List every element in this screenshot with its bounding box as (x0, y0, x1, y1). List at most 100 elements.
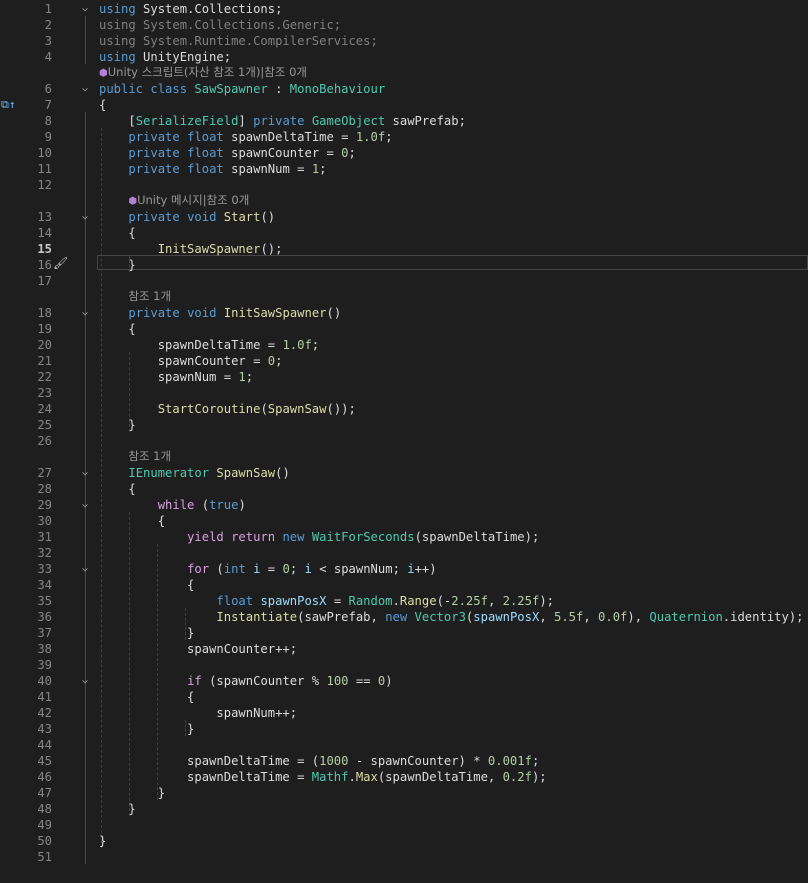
code-line[interactable]: 17 (0, 273, 808, 289)
code-line[interactable]: 28 { (0, 481, 808, 497)
code-token: = (260, 562, 283, 576)
code-line[interactable]: 24 StartCoroutine(SpawnSaw()); (0, 401, 808, 417)
code-text: using System.Runtime.CompilerServices; (99, 33, 378, 49)
code-line[interactable]: 32 (0, 545, 808, 561)
code-line[interactable]: 8 [SerializeField] private GameObject sa… (0, 113, 808, 129)
code-editor[interactable]: ⧉↑ 🖌 1 ⌵ using System.Collections; 2 using S… (0, 0, 808, 883)
code-line[interactable]: 29 ⌵ while (true) (0, 497, 808, 513)
code-line[interactable]: 36 Instantiate(sawPrefab, new Vector3(sp… (0, 609, 808, 625)
code-line[interactable]: 46 spawnDeltaTime = Mathf.Max(spawnDelta… (0, 769, 808, 785)
code-token: () (260, 210, 276, 224)
code-line[interactable]: 38 spawnCounter++; (0, 641, 808, 657)
fold-chevron-icon[interactable]: ⌵ (78, 561, 92, 577)
code-token: System.Collections; (135, 2, 283, 16)
code-line[interactable]: 37 } (0, 625, 808, 641)
codelens-annotation[interactable]: 참조 1개 (99, 448, 171, 464)
codelens-text: Unity 메시지|참조 0개 (137, 193, 250, 207)
code-line[interactable]: 22 spawnNum = 1; (0, 369, 808, 385)
code-line[interactable]: 51 (0, 849, 808, 865)
code-line[interactable]: 21 spawnCounter = 0; (0, 353, 808, 369)
code-line[interactable]: 31 yield return new WaitForSeconds(spawn… (0, 529, 808, 545)
code-token: 2.25f (451, 594, 488, 608)
code-text: } (99, 257, 135, 273)
code-token: , (539, 610, 554, 624)
code-line[interactable]: 11 private float spawnNum = 1; (0, 161, 808, 177)
code-line[interactable]: 50} (0, 833, 808, 849)
code-line[interactable]: 45 spawnDeltaTime = (1000 - spawnCounter… (0, 753, 808, 769)
line-number: 48 (37, 802, 52, 816)
code-token: ( (194, 498, 210, 512)
code-token: ) (385, 674, 393, 688)
fold-chevron-icon[interactable]: ⌵ (78, 497, 92, 513)
fold-chevron-icon[interactable]: ⌵ (78, 465, 92, 481)
code-token: { (99, 98, 107, 112)
code-text: using UnityEngine; (99, 49, 231, 65)
code-line[interactable]: 34 { (0, 577, 808, 593)
code-token: = (326, 594, 349, 608)
code-line[interactable]: 15 InitSawSpawner(); (0, 241, 808, 257)
line-number: 21 (37, 354, 52, 368)
code-line[interactable]: 20 spawnDeltaTime = 1.0f; (0, 337, 808, 353)
code-line[interactable]: 44 (0, 737, 808, 753)
fold-chevron-icon[interactable]: ⌵ (78, 305, 92, 321)
code-line[interactable]: 33 ⌵ for (int i = 0; i < spawnNum; i++) (0, 561, 808, 577)
code-line[interactable]: 39 (0, 657, 808, 673)
code-line[interactable]: 6 ⌵ public class SawSpawner : MonoBehaviou… (0, 81, 808, 97)
code-text: } (99, 625, 194, 641)
codelens-annotation[interactable]: 참조 1개 (99, 288, 171, 304)
code-token: 100 (326, 674, 349, 688)
fold-chevron-icon[interactable]: ⌵ (78, 673, 92, 689)
code-line[interactable]: 27 ⌵ IEnumerator SpawnSaw() (0, 465, 808, 481)
fold-chevron-icon[interactable]: ⌵ (78, 1, 92, 17)
code-line[interactable]: 43 } (0, 721, 808, 737)
code-line[interactable]: 14 { (0, 225, 808, 241)
code-line[interactable]: 9 private float spawnDeltaTime = 1.0f; (0, 129, 808, 145)
code-line[interactable]: 30 { (0, 513, 808, 529)
code-line[interactable]: 49 (0, 817, 808, 833)
codelens-annotation[interactable]: ⬢Unity 메시지|참조 0개 (99, 192, 249, 208)
code-line[interactable]: 12 (0, 177, 808, 193)
code-token: (- (436, 594, 452, 608)
code-text: spawnDeltaTime = Mathf.Max(spawnDeltaTim… (99, 769, 547, 785)
code-text: float spawnPosX = Random.Range(-2.25f, 2… (99, 593, 554, 609)
code-token: 1000 (319, 754, 349, 768)
fold-chevron-icon[interactable]: ⌵ (78, 81, 92, 97)
code-line[interactable]: 41 { (0, 689, 808, 705)
code-line[interactable]: 3 using System.Runtime.CompilerServices; (0, 33, 808, 49)
code-line[interactable]: 26 (0, 433, 808, 449)
code-line[interactable]: 2 using System.Collections.Generic; (0, 17, 808, 33)
line-number: 12 (37, 178, 52, 192)
code-line[interactable]: 23 (0, 385, 808, 401)
codelens-annotation[interactable]: ⬢Unity 스크립트(자산 참조 1개)|참조 0개 (99, 64, 307, 80)
code-line[interactable]: 16 } (0, 257, 808, 273)
code-line[interactable]: 48 } (0, 801, 808, 817)
code-line[interactable]: 19 { (0, 321, 808, 337)
code-token: 1.0f (282, 338, 312, 352)
code-line[interactable]: 4 using UnityEngine; (0, 49, 808, 65)
code-token: void (187, 306, 217, 320)
code-line[interactable]: 47 } (0, 785, 808, 801)
code-line[interactable]: 10 private float spawnCounter = 0; (0, 145, 808, 161)
code-line[interactable]: 35 float spawnPosX = Random.Range(-2.25f… (0, 593, 808, 609)
code-line[interactable]: 42 spawnNum++; (0, 705, 808, 721)
code-line[interactable]: 25 } (0, 417, 808, 433)
code-token: ; (311, 338, 320, 352)
line-number: 19 (37, 322, 52, 336)
code-line[interactable]: 13 ⌵ private void Start() (0, 209, 808, 225)
code-line[interactable]: 40 ⌵ if (spawnCounter % 100 == 0) (0, 673, 808, 689)
code-token: ++) (414, 562, 437, 576)
code-line[interactable]: 1 ⌵ using System.Collections; (0, 1, 808, 17)
fold-chevron-icon[interactable]: ⌵ (78, 209, 92, 225)
line-number: 45 (37, 754, 52, 768)
codelens-text: Unity 스크립트(자산 참조 1개)|참조 0개 (107, 65, 308, 79)
code-line[interactable]: 7{ (0, 97, 808, 113)
code-token: Instantiate (216, 610, 298, 624)
code-line[interactable]: 18 ⌵ private void InitSawSpawner() (0, 305, 808, 321)
